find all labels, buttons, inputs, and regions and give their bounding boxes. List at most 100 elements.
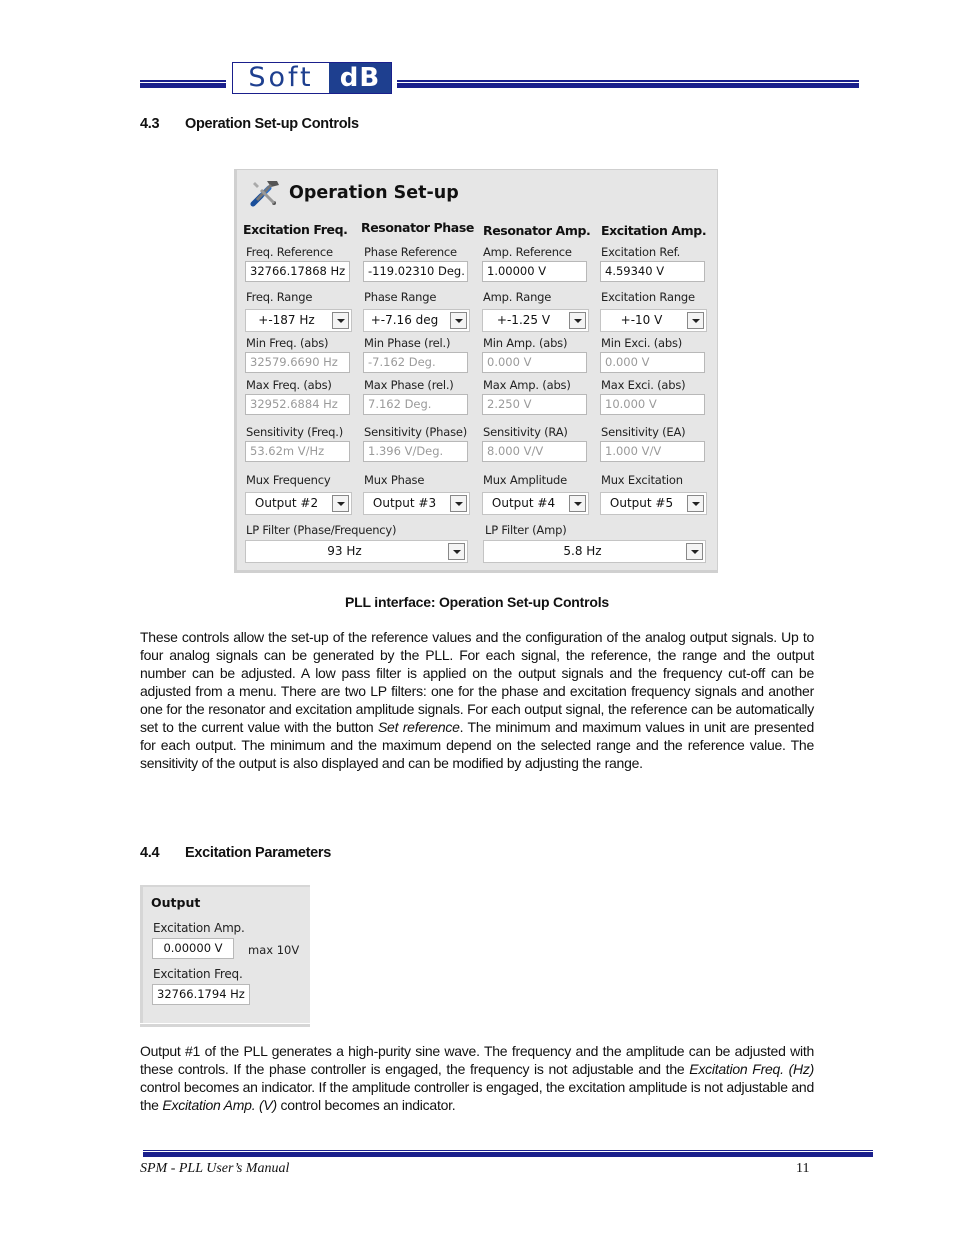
max-phase-label: Max Phase (rel.) [364, 378, 454, 392]
lp-filter-amp-label: LP Filter (Amp) [485, 523, 567, 537]
mux-excitation-dropdown[interactable]: Output #5 [600, 492, 707, 515]
header-rule-left [140, 80, 226, 88]
chevron-down-icon[interactable] [569, 312, 586, 329]
column-heading-resonator-amp: Resonator Amp. [483, 223, 591, 238]
sensitivity-phase-indicator: 1.396 V/Deg. [363, 441, 468, 462]
footer-rule [143, 1150, 873, 1157]
section-title: Excitation Parameters [185, 845, 332, 861]
min-phase-indicator: -7.162 Deg. [363, 352, 468, 373]
lp-filter-phase-freq-value: 93 Hz [327, 544, 362, 558]
operation-setup-panel: Operation Set-up Excitation Freq. Freq. … [234, 169, 718, 573]
max-freq-label: Max Freq. (abs) [246, 378, 332, 392]
chevron-down-icon[interactable] [450, 495, 467, 512]
max-freq-indicator: 32952.6884 Hz [245, 394, 350, 415]
mux-phase-label: Mux Phase [364, 473, 425, 487]
section-number: 4.3 [140, 116, 160, 132]
mux-amplitude-label: Mux Amplitude [483, 473, 568, 487]
freq-range-label: Freq. Range [246, 290, 313, 304]
excitation-ref-input[interactable]: 4.59340 V [600, 261, 705, 282]
excitation-freq-input[interactable]: 32766.1794 Hz [152, 984, 250, 1005]
excitation-amp-input[interactable]: 0.00000 V [152, 938, 234, 959]
excitation-freq-label: Excitation Freq. [153, 967, 243, 981]
chevron-down-icon[interactable] [448, 543, 465, 560]
sensitivity-phase-label: Sensitivity (Phase) [364, 425, 468, 439]
excitation-amp-label: Excitation Amp. [153, 921, 245, 935]
excitation-ref-label: Excitation Ref. [601, 245, 681, 259]
chevron-down-icon[interactable] [687, 312, 704, 329]
output-panel-title: Output [151, 895, 201, 910]
chevron-down-icon[interactable] [687, 495, 704, 512]
mux-phase-dropdown[interactable]: Output #3 [363, 492, 470, 515]
freq-reference-label: Freq. Reference [246, 245, 333, 259]
phase-range-label: Phase Range [364, 290, 437, 304]
mux-amplitude-dropdown[interactable]: Output #4 [482, 492, 589, 515]
section-number: 4.4 [140, 845, 160, 861]
amp-range-dropdown[interactable]: +-1.25 V [482, 309, 589, 332]
excitation-range-value: +-10 V [620, 313, 663, 327]
chevron-down-icon[interactable] [332, 312, 349, 329]
amp-reference-input[interactable]: 1.00000 V [482, 261, 587, 282]
section-heading-4-4: 4.4 Excitation Parameters [140, 845, 331, 861]
para-italic-set-reference: Set reference [377, 719, 460, 735]
excitation-range-label: Excitation Range [601, 290, 695, 304]
logo-soft-text: Soft [233, 63, 329, 93]
section-heading-4-3: 4.3 Operation Set-up Controls [140, 116, 359, 132]
phase-reference-input[interactable]: -119.02310 Deg. [363, 261, 468, 282]
phase-range-value: +-7.16 deg [370, 313, 439, 327]
phase-range-dropdown[interactable]: +-7.16 deg [363, 309, 470, 332]
column-heading-excitation-freq: Excitation Freq. [243, 222, 348, 237]
excitation-range-dropdown[interactable]: +-10 V [600, 309, 707, 332]
min-freq-indicator: 32579.6690 Hz [245, 352, 350, 373]
sensitivity-ra-indicator: 8.000 V/V [482, 441, 587, 462]
sensitivity-ra-label: Sensitivity (RA) [483, 425, 568, 439]
mux-frequency-dropdown[interactable]: Output #2 [245, 492, 352, 515]
para-italic-excitation-amp: Excitation Amp. (V) [162, 1097, 277, 1113]
header-rule-right [397, 80, 859, 88]
mux-excitation-value: Output #5 [609, 496, 674, 510]
chevron-down-icon[interactable] [686, 543, 703, 560]
max-amp-label: Max Amp. (abs) [483, 378, 571, 392]
tools-icon [250, 181, 279, 207]
min-exci-label: Min Exci. (abs) [601, 336, 683, 350]
sensitivity-ea-indicator: 1.000 V/V [600, 441, 705, 462]
figure-caption: PLL interface: Operation Set-up Controls [345, 594, 609, 610]
mux-phase-value: Output #3 [372, 496, 437, 510]
section-title: Operation Set-up Controls [185, 116, 359, 132]
min-amp-label: Min Amp. (abs) [483, 336, 568, 350]
mux-frequency-label: Mux Frequency [246, 473, 331, 487]
max-exci-label: Max Exci. (abs) [601, 378, 686, 392]
excitation-amp-max: max 10V [248, 943, 300, 957]
freq-range-value: +-187 Hz [258, 313, 315, 327]
para-text: control becomes an indicator. [276, 1097, 456, 1113]
lp-filter-phase-freq-dropdown[interactable]: 93 Hz [245, 540, 468, 563]
min-amp-indicator: 0.000 V [482, 352, 587, 373]
mux-excitation-label: Mux Excitation [601, 473, 683, 487]
output-panel: Output Excitation Amp. 0.00000 V max 10V… [140, 885, 310, 1027]
lp-filter-phase-freq-label: LP Filter (Phase/Frequency) [246, 523, 397, 537]
phase-reference-label: Phase Reference [364, 245, 457, 259]
mux-frequency-value: Output #2 [254, 496, 319, 510]
footer-manual-title: SPM - PLL User’s Manual [140, 1161, 290, 1176]
chevron-down-icon[interactable] [569, 495, 586, 512]
column-heading-resonator-phase: Resonator Phase [361, 220, 474, 235]
max-amp-indicator: 2.250 V [482, 394, 587, 415]
chevron-down-icon[interactable] [450, 312, 467, 329]
amp-range-value: +-1.25 V [496, 313, 551, 327]
column-heading-excitation-amp: Excitation Amp. [601, 223, 707, 238]
logo-db-text: dB [329, 63, 391, 93]
chevron-down-icon[interactable] [332, 495, 349, 512]
sensitivity-freq-label: Sensitivity (Freq.) [246, 425, 343, 439]
amp-reference-label: Amp. Reference [483, 245, 572, 259]
sensitivity-freq-indicator: 53.62m V/Hz [245, 441, 350, 462]
max-phase-indicator: 7.162 Deg. [363, 394, 468, 415]
sensitivity-ea-label: Sensitivity (EA) [601, 425, 686, 439]
freq-reference-input[interactable]: 32766.17868 Hz [245, 261, 350, 282]
amp-range-label: Amp. Range [483, 290, 552, 304]
freq-range-dropdown[interactable]: +-187 Hz [245, 309, 352, 332]
softdb-logo: Soft dB [232, 62, 392, 94]
lp-filter-amp-dropdown[interactable]: 5.8 Hz [483, 540, 706, 563]
min-freq-label: Min Freq. (abs) [246, 336, 329, 350]
para-italic-excitation-freq: Excitation Freq. (Hz) [689, 1061, 814, 1077]
paragraph-excitation-parameters: Output #1 of the PLL generates a high-pu… [140, 1042, 814, 1114]
max-exci-indicator: 10.000 V [600, 394, 705, 415]
